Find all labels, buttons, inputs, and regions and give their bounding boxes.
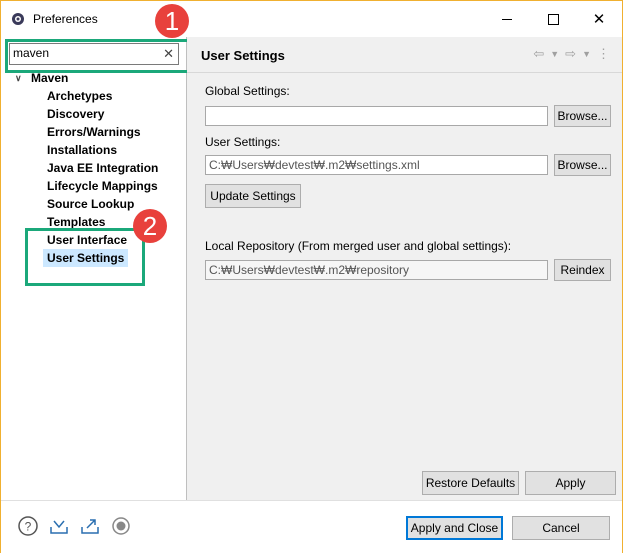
help-icon[interactable]: ? xyxy=(17,515,39,537)
view-menu-icon[interactable]: ⋮ xyxy=(597,46,610,62)
dialog-button-bar: ? Apply and Close Cancel xyxy=(1,500,622,553)
window-title: Preferences xyxy=(33,12,98,26)
title-bar: Preferences ✕ xyxy=(1,1,622,37)
global-settings-label: Global Settings: xyxy=(205,84,290,98)
preferences-window: Preferences ✕ ✕ ∨ Maven Archetypes Disco… xyxy=(0,0,623,553)
local-repository-field: C:₩Users₩devtest₩.m2₩repository xyxy=(205,260,548,280)
callout-badge-2: 2 xyxy=(133,209,167,243)
close-icon: ✕ xyxy=(592,10,606,28)
chevron-down-icon[interactable]: ▼ xyxy=(550,46,559,62)
highlight-box-user-settings xyxy=(25,228,145,286)
export-icon[interactable] xyxy=(79,515,101,537)
maximize-button[interactable] xyxy=(530,1,576,37)
maximize-icon xyxy=(547,13,559,25)
callout-badge-1: 1 xyxy=(155,4,189,38)
global-browse-button[interactable]: Browse... xyxy=(554,105,611,127)
chevron-down-icon[interactable]: ▼ xyxy=(582,46,591,62)
page-nav-toolbar: ⇦ ▼ ⇨ ▼ ⋮ xyxy=(533,46,610,62)
highlight-box-filter xyxy=(5,39,190,73)
minimize-button[interactable] xyxy=(484,1,530,37)
chevron-down-icon[interactable]: ∨ xyxy=(15,73,27,84)
tree-item-archetypes[interactable]: Archetypes xyxy=(47,87,112,105)
close-button[interactable]: ✕ xyxy=(576,1,622,37)
page-title: User Settings xyxy=(201,48,285,63)
eclipse-gear-icon xyxy=(12,13,24,25)
cancel-button[interactable]: Cancel xyxy=(512,516,610,540)
svg-text:?: ? xyxy=(25,520,32,534)
import-icon[interactable] xyxy=(48,515,70,537)
tree-item-source-lookup[interactable]: Source Lookup xyxy=(47,195,134,213)
update-settings-button[interactable]: Update Settings xyxy=(205,184,301,208)
forward-arrow-icon[interactable]: ⇨ xyxy=(565,46,576,62)
back-arrow-icon[interactable]: ⇦ xyxy=(533,46,544,62)
global-settings-input[interactable] xyxy=(205,106,548,126)
reindex-button[interactable]: Reindex xyxy=(554,259,611,281)
user-settings-input[interactable]: C:₩Users₩devtest₩.m2₩settings.xml xyxy=(205,155,548,175)
tree-item-lifecycle-mappings[interactable]: Lifecycle Mappings xyxy=(47,177,158,195)
tree-node-label: Maven xyxy=(31,71,69,85)
preference-page: User Settings ⇦ ▼ ⇨ ▼ ⋮ Global Settings:… xyxy=(187,37,622,500)
user-settings-label: User Settings: xyxy=(205,135,281,149)
local-repository-label: Local Repository (From merged user and g… xyxy=(205,239,512,253)
tree-item-java-ee-integration[interactable]: Java EE Integration xyxy=(47,159,158,177)
user-browse-button[interactable]: Browse... xyxy=(554,154,611,176)
apply-button[interactable]: Apply xyxy=(525,471,616,495)
header-divider xyxy=(187,72,622,73)
apply-and-close-button[interactable]: Apply and Close xyxy=(406,516,503,540)
tree-item-discovery[interactable]: Discovery xyxy=(47,105,104,123)
restore-defaults-button[interactable]: Restore Defaults xyxy=(422,471,519,495)
tree-item-errors-warnings[interactable]: Errors/Warnings xyxy=(47,123,141,141)
minimize-icon xyxy=(502,18,512,20)
record-icon[interactable] xyxy=(110,515,132,537)
tree-item-installations[interactable]: Installations xyxy=(47,141,117,159)
